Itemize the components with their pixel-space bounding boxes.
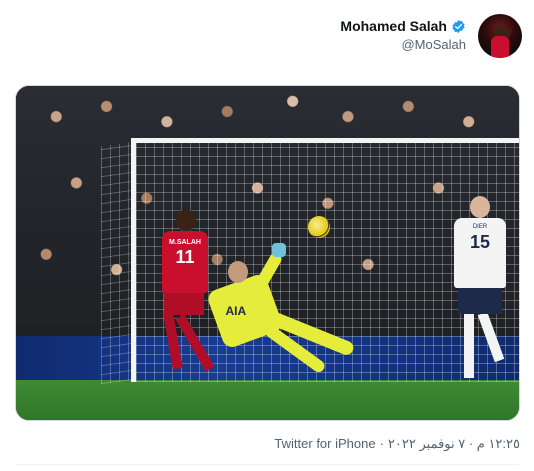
photo-pitch [16,380,519,420]
verified-badge-icon [452,19,465,33]
avatar[interactable] [478,14,522,58]
dier-shirt-name: DIER [472,224,488,230]
dier-shirt-number: 15 [469,232,491,252]
salah-shirt: M.SALAH 11 [162,231,208,293]
photo-goal-side-net [101,141,133,385]
name-row: Mohamed Salah [340,18,466,34]
dier-leg [477,311,505,363]
dier-leg [464,312,474,378]
lloris-head [228,261,248,283]
display-name[interactable]: Mohamed Salah [340,18,447,34]
dier-shirt: DIER 15 [454,218,506,288]
tweet-meta: Twitter for iPhone · ١٢:٢٥ م · ٧ نوفمبر … [274,436,520,452]
lloris-shirt-sponsor: AIA [225,304,247,319]
salah-head [176,209,196,231]
photo-ball [308,216,330,238]
salah-shorts [164,293,204,315]
tweet-header: Mohamed Salah @MoSalah [12,12,522,60]
divider [15,464,519,465]
author-block: Mohamed Salah @MoSalah [340,18,466,52]
dier-head [470,196,490,218]
tweet-source[interactable]: Twitter for iPhone [274,436,375,452]
tweet: Mohamed Salah @MoSalah M.SALAH 11 AIA DI… [0,0,534,471]
avatar-kit [491,36,509,58]
handle[interactable]: @MoSalah [340,37,466,52]
salah-shirt-number: 11 [175,247,195,267]
lloris-glove [272,243,286,257]
dier-shorts [458,288,502,314]
salah-shirt-name: M.SALAH [169,239,201,246]
meta-separator: · [379,436,384,451]
tweet-photo[interactable]: M.SALAH 11 AIA DIER 15 [15,85,520,421]
tweet-timestamp[interactable]: ١٢:٢٥ م · ٧ نوفمبر ٢٠٢٢ [388,436,520,452]
photo-player-dier: DIER 15 [448,196,518,386]
photo-player-lloris: AIA [205,243,366,381]
